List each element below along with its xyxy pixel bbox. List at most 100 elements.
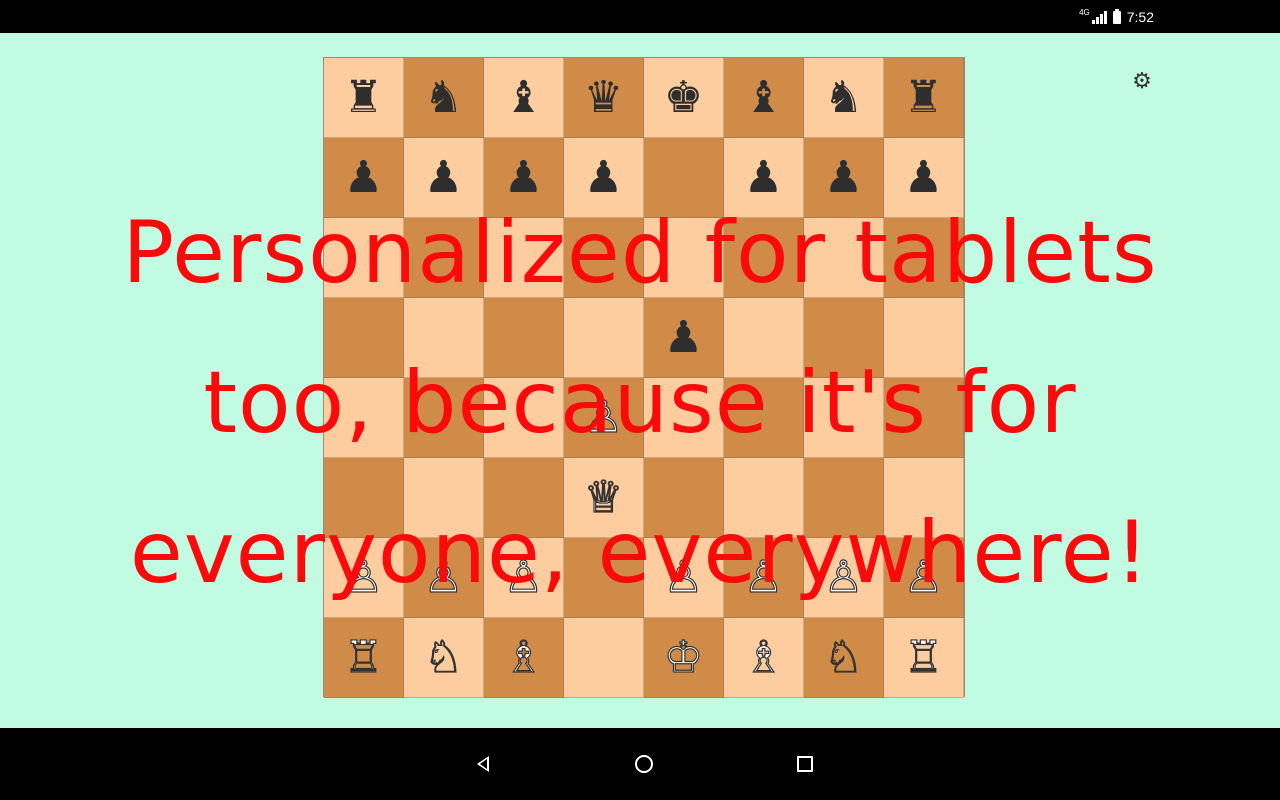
square-h6[interactable] (884, 218, 964, 298)
square-g3[interactable] (804, 458, 884, 538)
square-d3[interactable]: ♕ (564, 458, 644, 538)
square-h3[interactable] (884, 458, 964, 538)
square-g2[interactable]: ♙ (804, 538, 884, 618)
square-a1[interactable]: ♖ (324, 618, 404, 698)
square-g8[interactable]: ♞ (804, 58, 884, 138)
white-piece[interactable]: ♙ (663, 554, 704, 599)
square-b1[interactable]: ♘ (404, 618, 484, 698)
square-d5[interactable] (564, 298, 644, 378)
square-e8[interactable]: ♚ (644, 58, 724, 138)
square-b6[interactable] (404, 218, 484, 298)
square-c2[interactable]: ♙ (484, 538, 564, 618)
square-f5[interactable] (724, 298, 804, 378)
square-g4[interactable] (804, 378, 884, 458)
square-e6[interactable] (644, 218, 724, 298)
white-piece[interactable]: ♙ (503, 554, 544, 599)
square-a3[interactable] (324, 458, 404, 538)
black-piece[interactable]: ♟ (744, 155, 783, 200)
square-a5[interactable] (324, 298, 404, 378)
square-c7[interactable]: ♟ (484, 138, 564, 218)
square-d7[interactable]: ♟ (564, 138, 644, 218)
white-piece[interactable]: ♔ (663, 634, 704, 679)
white-piece[interactable]: ♕ (583, 474, 624, 519)
square-f7[interactable]: ♟ (724, 138, 804, 218)
square-a6[interactable] (324, 218, 404, 298)
square-f4[interactable] (724, 378, 804, 458)
square-d8[interactable]: ♛ (564, 58, 644, 138)
square-h4[interactable] (884, 378, 964, 458)
white-piece[interactable]: ♙ (423, 554, 464, 599)
white-piece[interactable]: ♗ (743, 634, 784, 679)
white-piece[interactable]: ♙ (903, 554, 944, 599)
square-a4[interactable] (324, 378, 404, 458)
square-h1[interactable]: ♖ (884, 618, 964, 698)
square-a2[interactable]: ♙ (324, 538, 404, 618)
square-e5[interactable]: ♟ (644, 298, 724, 378)
white-piece[interactable]: ♙ (823, 554, 864, 599)
square-g6[interactable] (804, 218, 884, 298)
white-piece[interactable]: ♗ (503, 634, 544, 679)
back-icon[interactable] (465, 746, 501, 782)
square-h2[interactable]: ♙ (884, 538, 964, 618)
square-b5[interactable] (404, 298, 484, 378)
black-piece[interactable]: ♜ (904, 75, 943, 120)
square-f3[interactable] (724, 458, 804, 538)
square-c5[interactable] (484, 298, 564, 378)
square-f2[interactable]: ♙ (724, 538, 804, 618)
square-e7[interactable] (644, 138, 724, 218)
white-piece[interactable]: ♙ (743, 554, 784, 599)
white-piece[interactable]: ♘ (823, 634, 864, 679)
square-g5[interactable] (804, 298, 884, 378)
square-h5[interactable] (884, 298, 964, 378)
black-piece[interactable]: ♛ (584, 75, 623, 120)
recents-icon[interactable] (787, 746, 823, 782)
square-f8[interactable]: ♝ (724, 58, 804, 138)
square-c1[interactable]: ♗ (484, 618, 564, 698)
black-piece[interactable]: ♞ (824, 75, 863, 120)
black-piece[interactable]: ♝ (744, 75, 783, 120)
black-piece[interactable]: ♟ (584, 155, 623, 200)
square-a8[interactable]: ♜ (324, 58, 404, 138)
square-d1[interactable] (564, 618, 644, 698)
square-e3[interactable] (644, 458, 724, 538)
square-f1[interactable]: ♗ (724, 618, 804, 698)
square-d4[interactable]: ♙ (564, 378, 644, 458)
square-b7[interactable]: ♟ (404, 138, 484, 218)
black-piece[interactable]: ♟ (904, 155, 943, 200)
square-d6[interactable] (564, 218, 644, 298)
black-piece[interactable]: ♟ (424, 155, 463, 200)
square-e4[interactable] (644, 378, 724, 458)
square-b4[interactable] (404, 378, 484, 458)
white-piece[interactable]: ♖ (903, 634, 944, 679)
square-g7[interactable]: ♟ (804, 138, 884, 218)
square-d2[interactable] (564, 538, 644, 618)
square-c4[interactable] (484, 378, 564, 458)
square-h7[interactable]: ♟ (884, 138, 964, 218)
square-c3[interactable] (484, 458, 564, 538)
square-f6[interactable] (724, 218, 804, 298)
black-piece[interactable]: ♜ (344, 75, 383, 120)
gear-icon[interactable]: ⚙ (1130, 69, 1154, 94)
black-piece[interactable]: ♟ (504, 155, 543, 200)
white-piece[interactable]: ♙ (583, 394, 624, 439)
white-piece[interactable]: ♖ (343, 634, 384, 679)
square-g1[interactable]: ♘ (804, 618, 884, 698)
square-e2[interactable]: ♙ (644, 538, 724, 618)
square-c6[interactable] (484, 218, 564, 298)
square-b2[interactable]: ♙ (404, 538, 484, 618)
white-piece[interactable]: ♙ (343, 554, 384, 599)
black-piece[interactable]: ♟ (664, 315, 703, 360)
square-e1[interactable]: ♔ (644, 618, 724, 698)
square-c8[interactable]: ♝ (484, 58, 564, 138)
square-b8[interactable]: ♞ (404, 58, 484, 138)
black-piece[interactable]: ♝ (504, 75, 543, 120)
black-piece[interactable]: ♟ (344, 155, 383, 200)
square-h8[interactable]: ♜ (884, 58, 964, 138)
square-b3[interactable] (404, 458, 484, 538)
black-piece[interactable]: ♟ (824, 155, 863, 200)
home-icon[interactable] (626, 746, 662, 782)
white-piece[interactable]: ♘ (423, 634, 464, 679)
square-a7[interactable]: ♟ (324, 138, 404, 218)
black-piece[interactable]: ♚ (664, 75, 703, 120)
black-piece[interactable]: ♞ (424, 75, 463, 120)
